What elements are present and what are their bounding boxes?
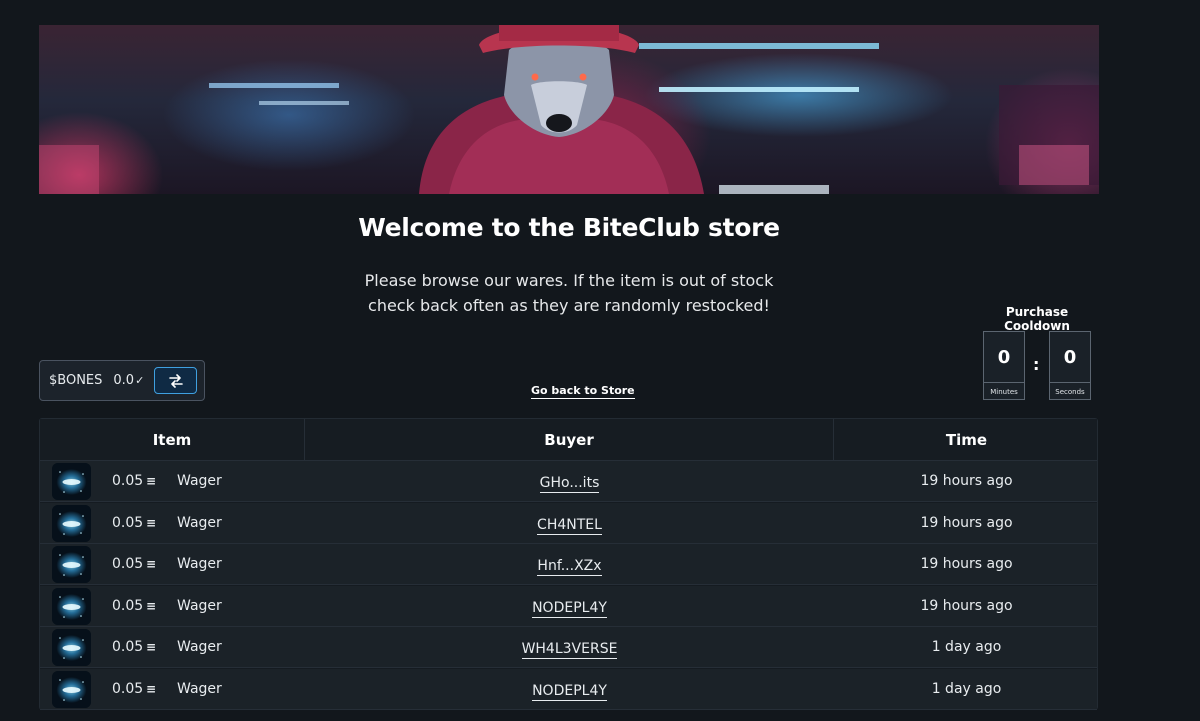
purchase-time: 1 day ago xyxy=(931,680,1002,697)
buyer-cell: CH4NTEL xyxy=(305,503,834,546)
item-name: Wager xyxy=(177,556,222,572)
bones-balance-value: 0.0 xyxy=(113,373,135,388)
sol-icon: ≡ xyxy=(146,557,157,571)
buyer-link[interactable]: NODEPL4Y xyxy=(532,682,607,701)
cooldown-title: Purchase Cooldown xyxy=(1004,305,1070,333)
column-header-buyer: Buyer xyxy=(305,419,834,461)
buyer-cell: NODEPL4Y xyxy=(305,586,834,629)
wager-item-thumbnail xyxy=(52,670,91,708)
bones-currency-label: $BONES xyxy=(49,373,103,388)
sol-icon: ≡ xyxy=(146,474,157,488)
cooldown-seconds-box: 0 Seconds xyxy=(1049,331,1091,400)
item-name: Wager xyxy=(177,597,222,614)
wager-item-thumbnail xyxy=(52,463,91,500)
wager-item-thumbnail xyxy=(52,587,91,625)
page-subtitle: Please browse our wares. If the item is … xyxy=(364,271,774,315)
table-row: 0.05 ≡ Wager GHo...its 19 hours ago xyxy=(40,461,1097,502)
purchase-time: 1 day ago xyxy=(931,639,1002,655)
wager-item-thumbnail xyxy=(52,546,91,583)
wager-item-thumbnail xyxy=(52,504,91,542)
item-name: Wager xyxy=(177,680,222,697)
item-name: Wager xyxy=(177,514,222,531)
item-amount: 0.05 xyxy=(112,473,144,489)
cooldown-separator: : xyxy=(1033,355,1040,374)
table-row: 0.05 ≡ Wager Hnf...XZx 19 hours ago xyxy=(40,544,1097,585)
purchase-time: 19 hours ago xyxy=(920,597,1013,614)
cooldown-minutes-label: Minutes xyxy=(984,382,1024,401)
page-title: Welcome to the BiteClub store xyxy=(358,213,780,242)
buyer-link[interactable]: CH4NTEL xyxy=(537,516,602,535)
table-row: 0.05 ≡ Wager NODEPL4Y 19 hours ago xyxy=(40,585,1097,629)
buyer-link[interactable]: Hnf...XZx xyxy=(537,558,602,576)
cooldown-minutes-box: 0 Minutes xyxy=(983,331,1025,400)
item-amount: 0.05 xyxy=(112,556,144,572)
buyer-cell: GHo...its xyxy=(305,461,834,504)
cooldown-minutes-value: 0 xyxy=(997,346,1011,368)
item-amount: 0.05 xyxy=(112,680,144,697)
purchase-time: 19 hours ago xyxy=(920,556,1013,572)
item-name: Wager xyxy=(177,639,222,655)
sol-icon: ≡ xyxy=(146,598,157,613)
table-row: 0.05 ≡ Wager CH4NTEL 19 hours ago xyxy=(40,502,1097,546)
swap-arrows-icon xyxy=(168,373,183,388)
cooldown-seconds-label: Seconds xyxy=(1050,382,1090,401)
wolf-illustration xyxy=(39,25,1099,194)
buyer-cell: WH4L3VERSE xyxy=(305,627,834,670)
buyer-link[interactable]: WH4L3VERSE xyxy=(521,641,618,659)
wager-item-thumbnail xyxy=(52,629,91,666)
sol-icon: ≡ xyxy=(146,681,157,696)
buyer-link[interactable]: NODEPL4Y xyxy=(532,599,607,618)
purchase-time: 19 hours ago xyxy=(920,473,1013,489)
column-header-item: Item xyxy=(40,419,305,461)
item-name: Wager xyxy=(177,473,222,489)
check-mark-icon: ✓ xyxy=(135,374,145,387)
item-amount: 0.05 xyxy=(112,597,144,614)
cooldown-seconds-value: 0 xyxy=(1063,346,1077,368)
sol-icon: ≡ xyxy=(146,515,157,530)
swap-button[interactable] xyxy=(154,367,197,394)
sol-icon: ≡ xyxy=(146,640,157,654)
item-amount: 0.05 xyxy=(112,639,144,655)
table-row: 0.05 ≡ Wager WH4L3VERSE 1 day ago xyxy=(40,627,1097,668)
store-banner-image xyxy=(39,25,1099,194)
table-header: Item Buyer Time xyxy=(40,419,1097,461)
purchase-time: 19 hours ago xyxy=(920,514,1013,531)
column-header-time: Time xyxy=(945,431,988,449)
buyer-link[interactable]: GHo...its xyxy=(539,475,600,493)
purchases-table: Item Buyer Time 0.05 ≡ Wager GHo...its 19 ho… xyxy=(39,418,1098,710)
table-row: 0.05 ≡ Wager NODEPL4Y 1 day ago xyxy=(40,668,1097,712)
item-amount: 0.05 xyxy=(112,514,144,531)
back-to-store-link[interactable]: Go back to Store xyxy=(531,384,635,399)
bones-balance-widget: $BONES 0.0 ✓ xyxy=(39,360,205,401)
buyer-cell: Hnf...XZx xyxy=(305,544,834,587)
buyer-cell: NODEPL4Y xyxy=(305,669,834,712)
